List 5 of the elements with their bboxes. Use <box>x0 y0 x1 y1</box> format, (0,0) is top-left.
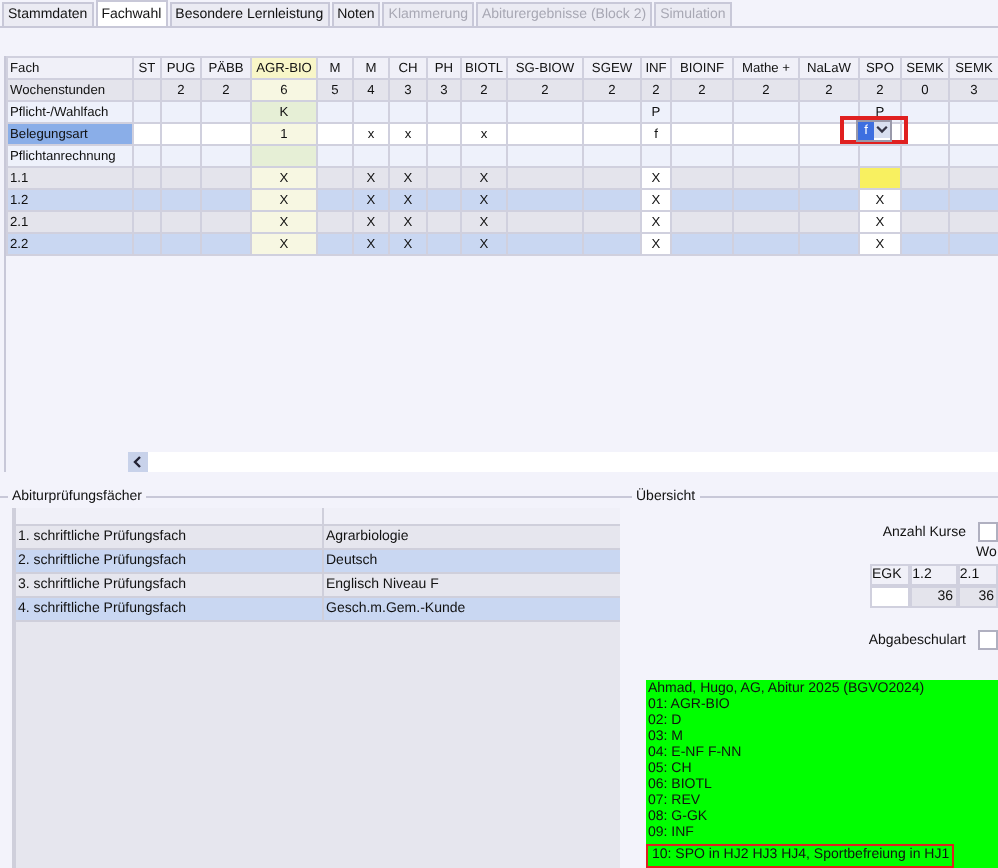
scroll-left-icon[interactable] <box>128 452 148 472</box>
input-field[interactable] <box>978 522 998 542</box>
horizontal-scrollbar[interactable] <box>128 452 998 472</box>
input-field[interactable] <box>870 586 909 608</box>
input-field[interactable] <box>978 630 998 650</box>
